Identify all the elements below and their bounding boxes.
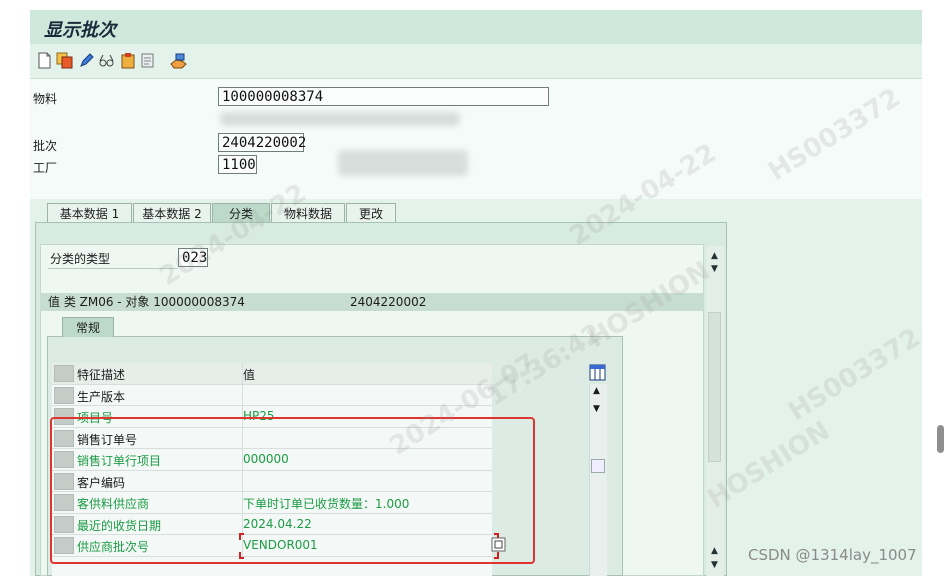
col-header-characteristic: 特征描述 xyxy=(77,368,126,382)
characteristic-name: 生产版本 xyxy=(77,389,126,404)
tab-basic-data-2[interactable]: 基本数据 2 xyxy=(133,203,211,223)
grid-header-row: 特征描述 值 xyxy=(52,363,492,385)
application-toolbar xyxy=(30,44,922,79)
tab-basic-data-1[interactable]: 基本数据 1 xyxy=(47,203,132,223)
title-bar: 显示批次 xyxy=(30,10,922,44)
value-assignment-bar: 值 类 ZM06 - 对象 100000008374 2404220002 xyxy=(40,293,704,311)
table-row[interactable]: 生产版本 xyxy=(52,384,492,406)
scroll-up-icon-bottom[interactable]: ▲ xyxy=(711,546,718,556)
glasses-display-icon[interactable] xyxy=(98,52,115,69)
material-description-redacted xyxy=(220,112,460,126)
select-all-cell[interactable] xyxy=(54,365,74,382)
class-type-field[interactable]: 023 xyxy=(178,248,208,267)
tab-classification[interactable]: 分类 xyxy=(212,203,270,223)
edit-pencil-icon[interactable] xyxy=(78,52,95,69)
plant-field[interactable]: 1100 xyxy=(218,155,257,174)
material-label: 物料 xyxy=(33,92,58,106)
plant-description-redacted xyxy=(338,150,468,176)
scroll-down-icon-bottom[interactable]: ▼ xyxy=(711,560,718,570)
label-underline xyxy=(48,268,178,269)
tab-material-data[interactable]: 物料数据 xyxy=(271,203,345,223)
source-watermark: CSDN @1314lay_1007 xyxy=(748,546,917,564)
value-bar-batch: 2404220002 xyxy=(350,295,427,309)
col-header-value: 值 xyxy=(243,368,256,382)
batch-label: 批次 xyxy=(33,139,58,153)
page-scrollbar[interactable] xyxy=(937,425,944,453)
value-help-icon[interactable] xyxy=(491,537,506,552)
value-input-focus-frame xyxy=(239,533,499,559)
grid-scroll-down-icon[interactable]: ▼ xyxy=(593,404,600,414)
class-type-label: 分类的类型 xyxy=(50,252,111,266)
scroll-up-icon[interactable]: ▲ xyxy=(711,251,718,261)
tab-changes[interactable]: 更改 xyxy=(346,203,396,223)
material-field[interactable]: 100000008374 xyxy=(218,87,549,106)
hand-money-icon[interactable] xyxy=(170,52,187,69)
value-bar-object: 值 类 ZM06 - 对象 100000008374 xyxy=(48,295,245,309)
grid-scroll-thumb[interactable] xyxy=(591,459,605,473)
window-title: 显示批次 xyxy=(44,20,116,41)
column-settings-icon[interactable] xyxy=(589,364,606,381)
copy-icon[interactable] xyxy=(56,52,73,69)
column-divider xyxy=(242,384,243,405)
tab-general[interactable]: 常规 xyxy=(62,317,114,337)
plant-label: 工厂 xyxy=(33,161,58,175)
batch-field[interactable]: 2404220002 xyxy=(218,133,306,152)
clipboard-icon[interactable] xyxy=(120,52,137,69)
scroll-down-icon[interactable]: ▼ xyxy=(711,264,718,274)
row-selector[interactable] xyxy=(54,386,74,404)
grid-scroll-up-icon[interactable]: ▲ xyxy=(593,386,600,396)
print-form-icon[interactable] xyxy=(140,52,157,69)
scroll-thumb[interactable] xyxy=(708,312,721,462)
new-document-icon[interactable] xyxy=(36,52,53,69)
